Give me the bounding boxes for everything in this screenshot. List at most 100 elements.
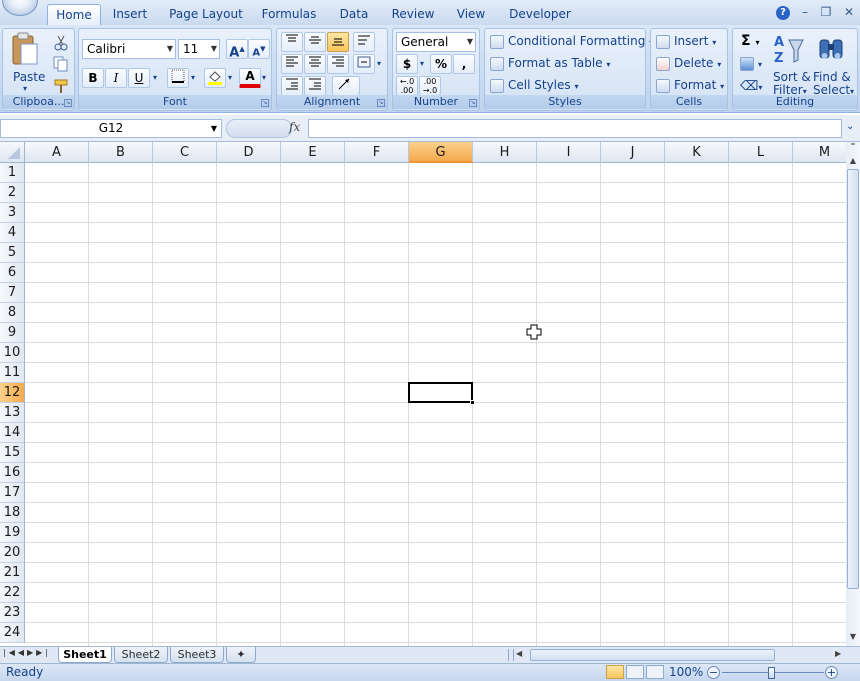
cell-styles-button[interactable]: Cell Styles ▾ — [490, 78, 578, 93]
formula-input[interactable] — [308, 119, 842, 138]
paste-button[interactable] — [9, 32, 39, 72]
zoom-slider-thumb[interactable] — [768, 667, 775, 679]
row-header-19[interactable]: 19 — [0, 523, 25, 543]
chevron-down-icon[interactable]: ▾ — [23, 84, 27, 93]
align-right-button[interactable] — [327, 54, 349, 74]
borders-button[interactable] — [167, 68, 189, 88]
row-header-21[interactable]: 21 — [0, 563, 25, 583]
column-header-e[interactable]: E — [281, 142, 345, 163]
decrease-decimal-button[interactable]: .00 →.0 — [419, 76, 441, 96]
chevron-down-icon[interactable]: ▾ — [228, 73, 232, 82]
vertical-scrollbar[interactable]: ⁼ ▲ ▼ — [846, 142, 860, 646]
dialog-launcher-icon[interactable]: ↘ — [64, 99, 72, 107]
row-header-9[interactable]: 9 — [0, 323, 25, 343]
bold-button[interactable]: B — [82, 68, 104, 88]
grow-font-button[interactable]: A▲ — [226, 39, 248, 60]
normal-view-icon[interactable] — [606, 665, 624, 679]
column-header-l[interactable]: L — [729, 142, 793, 163]
row-header-3[interactable]: 3 — [0, 203, 25, 223]
row-header-4[interactable]: 4 — [0, 223, 25, 243]
zoom-in-icon[interactable]: + — [825, 666, 838, 679]
chevron-down-icon[interactable]: ▾ — [262, 73, 266, 82]
row-header-13[interactable]: 13 — [0, 403, 25, 423]
copy-icon[interactable] — [53, 56, 69, 72]
row-header-10[interactable]: 10 — [0, 343, 25, 363]
decrease-indent-button[interactable] — [281, 76, 303, 96]
row-header-24[interactable]: 24 — [0, 623, 25, 643]
select-all-button[interactable] — [0, 142, 25, 163]
row-header-6[interactable]: 6 — [0, 263, 25, 283]
page-break-view-icon[interactable] — [646, 665, 664, 679]
column-header-i[interactable]: I — [537, 142, 601, 163]
comma-button[interactable]: , — [453, 54, 475, 74]
column-header-c[interactable]: C — [153, 142, 217, 163]
tab-review[interactable]: Review — [390, 4, 436, 25]
row-header-1[interactable]: 1 — [0, 163, 25, 183]
insert-function-icon[interactable]: fx — [289, 120, 300, 134]
row-header-5[interactable]: 5 — [0, 243, 25, 263]
tab-insert[interactable]: Insert — [108, 4, 152, 25]
fill-color-button[interactable] — [204, 68, 226, 88]
row-header-22[interactable]: 22 — [0, 583, 25, 603]
vertical-scroll-thumb[interactable] — [847, 169, 859, 589]
close-icon[interactable]: ✕ — [841, 4, 857, 20]
autosum-button[interactable]: Σ ▾ — [741, 33, 759, 49]
insert-sheet-icon[interactable]: ✦ — [226, 647, 256, 663]
column-header-a[interactable]: A — [25, 142, 89, 163]
currency-button[interactable]: $ — [396, 54, 418, 74]
page-layout-view-icon[interactable] — [626, 665, 644, 679]
sort-filter-icon[interactable]: AZ — [773, 32, 805, 68]
column-header-m[interactable]: M — [793, 142, 846, 163]
clear-button[interactable]: ⌫▾ — [740, 79, 762, 94]
chevron-down-icon[interactable]: ▾ — [377, 59, 381, 68]
expand-formula-bar-icon[interactable]: ⌄ — [846, 121, 854, 132]
underline-button[interactable]: U — [128, 68, 150, 88]
format-as-table-button[interactable]: Format as Table ▾ — [490, 56, 610, 71]
sheet-tab-sheet1[interactable]: Sheet1 — [58, 647, 112, 663]
row-header-12[interactable]: 12 — [0, 383, 25, 403]
office-button[interactable] — [2, 0, 38, 16]
scroll-up-icon[interactable]: ▲ — [846, 154, 860, 168]
row-header-15[interactable]: 15 — [0, 443, 25, 463]
dialog-launcher-icon[interactable]: ↘ — [261, 99, 269, 107]
find-label[interactable]: Find & — [813, 70, 851, 84]
increase-decimal-button[interactable]: ←.0 .00 — [396, 76, 418, 96]
zoom-out-icon[interactable]: − — [707, 666, 720, 679]
minimize-icon[interactable]: – — [797, 4, 813, 20]
column-header-j[interactable]: J — [601, 142, 665, 163]
increase-indent-button[interactable] — [304, 76, 326, 96]
restore-icon[interactable]: ❐ — [818, 4, 834, 20]
scroll-left-icon[interactable]: ◀ — [516, 649, 522, 658]
font-color-button[interactable]: A — [239, 68, 261, 88]
dialog-launcher-icon[interactable]: ↘ — [377, 99, 385, 107]
chevron-down-icon[interactable]: ▾ — [153, 73, 157, 82]
column-header-d[interactable]: D — [217, 142, 281, 163]
top-align-button[interactable] — [281, 32, 303, 52]
font-size-combo[interactable]: 11 ▼ — [178, 39, 220, 59]
name-box[interactable]: G12 ▼ — [0, 119, 222, 138]
row-header-14[interactable]: 14 — [0, 423, 25, 443]
row-header-7[interactable]: 7 — [0, 283, 25, 303]
insert-cells-button[interactable]: Insert ▾ — [656, 34, 716, 49]
row-header-16[interactable]: 16 — [0, 463, 25, 483]
tab-data[interactable]: Data — [336, 4, 372, 25]
italic-button[interactable]: I — [105, 68, 127, 88]
tab-developer[interactable]: Developer — [507, 4, 573, 25]
row-header-8[interactable]: 8 — [0, 303, 25, 323]
tab-formulas[interactable]: Formulas — [260, 4, 318, 25]
zoom-level[interactable]: 100% — [669, 665, 703, 679]
column-header-g[interactable]: G — [409, 142, 473, 163]
format-painter-icon[interactable] — [53, 78, 69, 94]
percent-button[interactable]: % — [430, 54, 452, 74]
chevron-down-icon[interactable]: ▾ — [420, 59, 424, 68]
scroll-down-icon[interactable]: ▼ — [846, 630, 860, 644]
align-left-button[interactable] — [281, 54, 303, 74]
font-name-combo[interactable]: Calibri ▼ — [82, 39, 176, 59]
sort-label[interactable]: Sort & — [773, 70, 811, 84]
horizontal-scroll-thumb[interactable] — [530, 649, 775, 661]
tab-page-layout[interactable]: Page Layout — [168, 4, 244, 25]
sheet-tab-sheet3[interactable]: Sheet3 — [170, 647, 224, 663]
chevron-down-icon[interactable]: ▾ — [191, 73, 195, 82]
row-header-20[interactable]: 20 — [0, 543, 25, 563]
column-header-h[interactable]: H — [473, 142, 537, 163]
